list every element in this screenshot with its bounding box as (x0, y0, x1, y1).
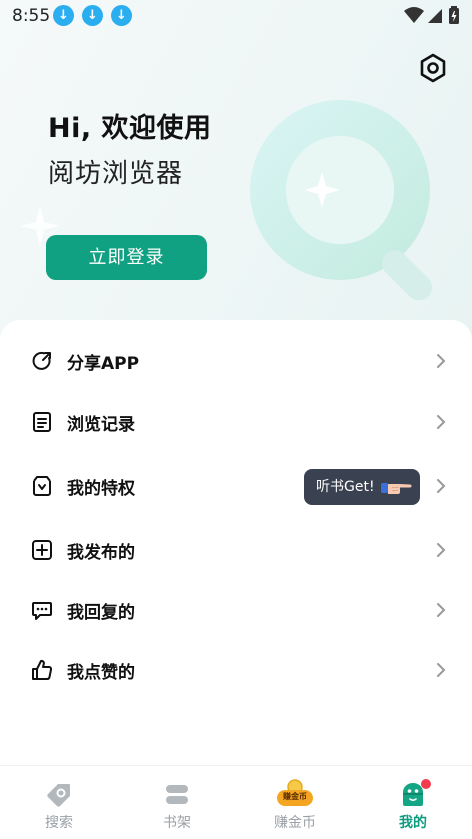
system-status-icons (404, 6, 459, 24)
menu-item-my-posts[interactable]: 我发布的 (0, 521, 472, 581)
download-icon: ↓ (53, 5, 74, 26)
audiobook-tooltip[interactable]: 听书Get! (304, 469, 420, 505)
menu-item-my-likes[interactable]: 我点赞的 (0, 641, 472, 701)
menu-item-share-app[interactable]: 分享APP (0, 332, 472, 392)
login-button[interactable]: 立即登录 (46, 235, 207, 280)
menu-item-label: 分享APP (67, 354, 140, 374)
chevron-right-icon (437, 415, 446, 429)
signal-icon (428, 9, 442, 23)
tab-profile[interactable]: 我的 (354, 766, 472, 839)
pointing-hand-icon (381, 483, 412, 494)
history-icon (33, 412, 51, 432)
chevron-right-icon (437, 354, 446, 368)
profile-header: 8:55 ↓ ↓ ↓ Hi, 欢迎使用 阅坊浏览器 立即登录 (0, 0, 472, 345)
thumb-up-icon (32, 659, 53, 680)
privilege-icon (33, 476, 51, 496)
tab-search[interactable]: 搜索 (0, 766, 118, 839)
chevron-right-icon (437, 603, 446, 617)
tab-label: 搜索 (45, 815, 73, 831)
status-bar: 8:55 ↓ ↓ ↓ (0, 0, 472, 32)
menu-item-label: 我回复的 (67, 603, 135, 623)
tab-label: 赚金币 (274, 815, 316, 831)
tab-earn-coins[interactable]: 赚金币 赚金币 (236, 766, 354, 839)
settings-icon[interactable] (417, 52, 449, 84)
download-icon: ↓ (82, 5, 103, 26)
bookshelf-icon (166, 785, 188, 804)
status-time: 8:55 (12, 6, 51, 26)
menu-item-label: 我发布的 (67, 543, 135, 563)
notification-dot (421, 779, 431, 789)
tab-label: 书架 (163, 815, 191, 831)
chevron-right-icon (437, 479, 446, 493)
app-name: 阅坊浏览器 (48, 159, 184, 189)
menu-item-label: 浏览记录 (67, 415, 135, 435)
tooltip-text: 听书Get! (316, 479, 375, 495)
search-tag-icon (47, 784, 70, 807)
download-icon: ↓ (111, 5, 132, 26)
tab-bookshelf[interactable]: 书架 (118, 766, 236, 839)
menu-item-label: 我点赞的 (67, 663, 135, 683)
menu-sheet: 分享APP 浏览记录 我的特权 我发布的 我回复的 我点赞的 (0, 320, 472, 765)
chevron-right-icon (437, 543, 446, 557)
add-post-icon (32, 540, 52, 560)
wifi-icon (404, 7, 424, 23)
greeting-title: Hi, 欢迎使用 (48, 113, 212, 144)
share-icon (32, 351, 51, 370)
menu-item-label: 我的特权 (67, 479, 135, 499)
menu-item-history[interactable]: 浏览记录 (0, 393, 472, 453)
tab-label: 我的 (399, 815, 427, 831)
menu-item-my-replies[interactable]: 我回复的 (0, 581, 472, 641)
reply-icon (32, 602, 52, 620)
chevron-right-icon (437, 663, 446, 677)
bottom-tab-bar: 搜索 书架 赚金币 赚金币 我的 (0, 765, 472, 839)
coin-badge-text: 赚金币 (283, 792, 307, 801)
